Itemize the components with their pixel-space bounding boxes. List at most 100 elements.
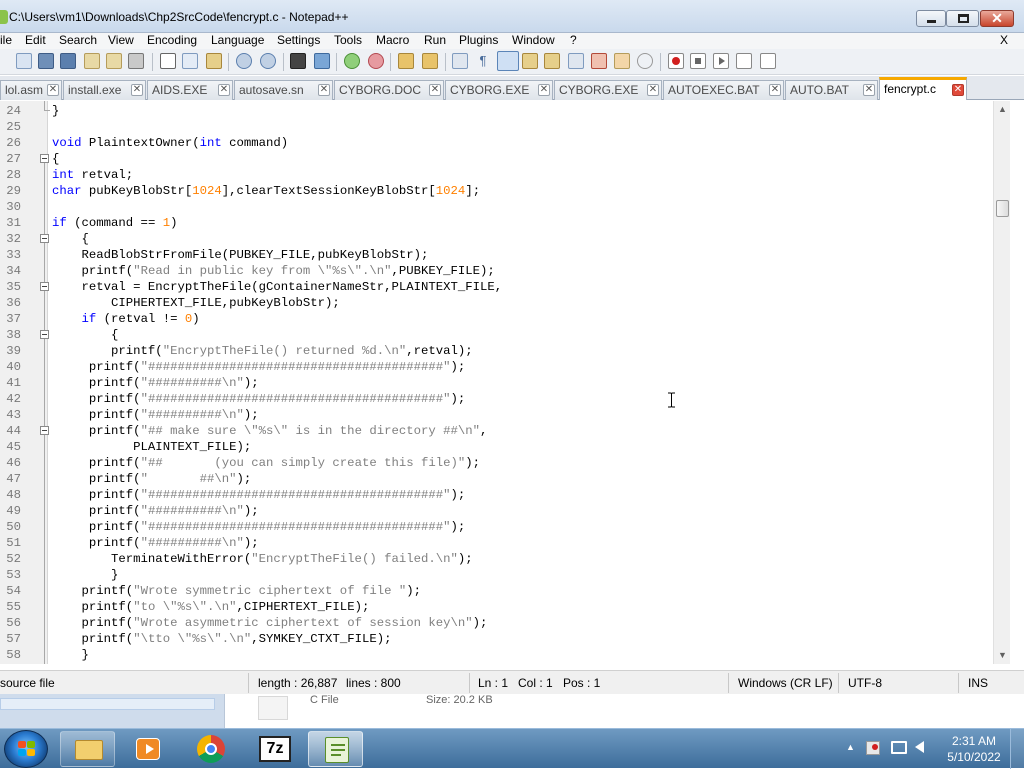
code-line[interactable]: 36 CIPHERTEXT_FILE,pubKeyBlobStr); bbox=[0, 295, 1008, 311]
minimize-button[interactable] bbox=[916, 10, 946, 27]
code-line[interactable]: 46 printf("## (you can simply create thi… bbox=[0, 455, 1008, 471]
paste-icon[interactable] bbox=[206, 53, 222, 69]
code-line[interactable]: 56 printf("Wrote asymmetric ciphertext o… bbox=[0, 615, 1008, 631]
code-line[interactable]: 27 { bbox=[0, 151, 1008, 167]
code-line[interactable]: 24} bbox=[0, 103, 1008, 119]
code-line[interactable]: 29 char pubKeyBlobStr[1024],clearTextSess… bbox=[0, 183, 1008, 199]
code-line[interactable]: 26 void PlaintextOwner(int command) bbox=[0, 135, 1008, 151]
code-line[interactable]: 50 printf("#############################… bbox=[0, 519, 1008, 535]
tab-auto-bat[interactable]: AUTO.BAT ✕ bbox=[785, 80, 878, 100]
network-icon[interactable] bbox=[891, 741, 907, 754]
menu-help[interactable]: ? bbox=[570, 33, 577, 48]
fold-toggle-icon[interactable] bbox=[40, 330, 49, 339]
action-center-icon[interactable] bbox=[866, 741, 880, 755]
code-line[interactable]: 28 int retval; bbox=[0, 167, 1008, 183]
menu-edit[interactable]: Edit bbox=[25, 33, 46, 48]
save-icon[interactable] bbox=[38, 53, 54, 69]
tab-install-exe[interactable]: install.exe ✕ bbox=[63, 80, 146, 100]
save-all-icon[interactable] bbox=[60, 53, 76, 69]
code-line[interactable]: 25 bbox=[0, 119, 1008, 135]
close-tab-icon[interactable]: ✕ bbox=[863, 84, 875, 96]
zoom-in-icon[interactable] bbox=[344, 53, 360, 69]
menu-tools[interactable]: Tools bbox=[334, 33, 362, 48]
close-tab-icon[interactable]: ✕ bbox=[47, 84, 59, 96]
close-tab-icon[interactable]: ✕ bbox=[769, 84, 781, 96]
code-line[interactable]: 42 printf("#############################… bbox=[0, 391, 1008, 407]
code-line[interactable]: 38 { bbox=[0, 327, 1008, 343]
code-line[interactable]: 53 } bbox=[0, 567, 1008, 583]
code-line[interactable]: 43 printf("##########\n"); bbox=[0, 407, 1008, 423]
code-line[interactable]: 52 TerminateWithError("EncryptTheFile() … bbox=[0, 551, 1008, 567]
code-line[interactable]: 40 printf("#############################… bbox=[0, 359, 1008, 375]
sync-horizontal-icon[interactable] bbox=[422, 53, 438, 69]
fold-toggle-icon[interactable] bbox=[40, 426, 49, 435]
code-line[interactable]: 54 printf("Wrote symmetric ciphertext of… bbox=[0, 583, 1008, 599]
code-line[interactable]: 35 retval = EncryptTheFile(gContainerNam… bbox=[0, 279, 1008, 295]
code-line[interactable]: 33 ReadBlobStrFromFile(PUBKEY_FILE,pubKe… bbox=[0, 247, 1008, 263]
print-icon[interactable] bbox=[128, 53, 144, 69]
word-wrap-icon[interactable] bbox=[452, 53, 468, 69]
close-tab-icon[interactable]: ✕ bbox=[131, 84, 143, 96]
code-line[interactable]: 41 printf("##########\n"); bbox=[0, 375, 1008, 391]
clock-time[interactable]: 2:31 AM bbox=[948, 734, 1000, 748]
document-map-icon[interactable] bbox=[544, 53, 560, 69]
zoom-out-icon[interactable] bbox=[368, 53, 384, 69]
cut-icon[interactable] bbox=[160, 53, 176, 69]
volume-icon[interactable] bbox=[915, 741, 924, 753]
code-line[interactable]: 49 printf("##########\n"); bbox=[0, 503, 1008, 519]
open-folder-icon[interactable] bbox=[614, 53, 630, 69]
code-line[interactable]: 47 printf(" ##\n"); bbox=[0, 471, 1008, 487]
code-line[interactable]: 51 printf("##########\n"); bbox=[0, 535, 1008, 551]
menu-search[interactable]: Search bbox=[59, 33, 97, 48]
menu-window[interactable]: Window bbox=[512, 33, 555, 48]
code-line[interactable]: 44 printf("## make sure \"%s\" is in the… bbox=[0, 423, 1008, 439]
show-all-characters-icon[interactable]: ¶ bbox=[475, 53, 491, 69]
code-line[interactable]: 37 if (retval != 0) bbox=[0, 311, 1008, 327]
stop-macro-icon[interactable] bbox=[690, 53, 706, 69]
vertical-scrollbar[interactable]: ▲ ▼ bbox=[993, 101, 1010, 664]
find-icon[interactable] bbox=[290, 53, 306, 69]
menu-encoding[interactable]: Encoding bbox=[147, 33, 197, 48]
close-tab-icon[interactable]: ✕ bbox=[218, 84, 230, 96]
menu-run[interactable]: Run bbox=[424, 33, 446, 48]
tab-cyborg-doc[interactable]: CYBORG.DOC ✕ bbox=[334, 80, 444, 100]
replace-icon[interactable] bbox=[314, 53, 330, 69]
record-macro-icon[interactable] bbox=[668, 53, 684, 69]
code-line[interactable]: 55 printf("to \"%s\".\n",CIPHERTEXT_FILE… bbox=[0, 599, 1008, 615]
code-line[interactable]: 31 if (command == 1) bbox=[0, 215, 1008, 231]
menu-settings[interactable]: Settings bbox=[277, 33, 320, 48]
scroll-down-icon[interactable]: ▼ bbox=[994, 647, 1011, 664]
tab-autoexec-bat[interactable]: AUTOEXEC.BAT ✕ bbox=[663, 80, 784, 100]
close-window-button[interactable]: ✕ bbox=[980, 10, 1014, 27]
code-line[interactable]: 58 } bbox=[0, 647, 1008, 663]
sync-vertical-icon[interactable] bbox=[398, 53, 414, 69]
copy-icon[interactable] bbox=[182, 53, 198, 69]
scrollbar-thumb[interactable] bbox=[996, 200, 1009, 217]
maximize-button[interactable] bbox=[946, 10, 979, 27]
tab-autosave-sn[interactable]: autosave.sn ✕ bbox=[234, 80, 333, 100]
close-tab-icon[interactable]: ✕ bbox=[429, 84, 441, 96]
close-tab-icon[interactable]: ✕ bbox=[952, 84, 964, 96]
taskbar-notepad-plus-plus[interactable] bbox=[308, 731, 363, 767]
menu-file[interactable]: ile bbox=[0, 33, 12, 48]
fold-toggle-icon[interactable] bbox=[40, 154, 49, 163]
indent-guide-icon[interactable] bbox=[497, 51, 519, 71]
run-macro-multiple-icon[interactable] bbox=[736, 53, 752, 69]
code-line[interactable]: 48 printf("#############################… bbox=[0, 487, 1008, 503]
code-line[interactable]: 39 printf("EncryptTheFile() returned %d.… bbox=[0, 343, 1008, 359]
code-line[interactable]: 32 { bbox=[0, 231, 1008, 247]
tab-aids-exe[interactable]: AIDS.EXE ✕ bbox=[147, 80, 233, 100]
close-document-button[interactable]: X bbox=[1000, 33, 1008, 48]
menu-view[interactable]: View bbox=[108, 33, 134, 48]
close-all-icon[interactable] bbox=[106, 53, 122, 69]
scroll-up-icon[interactable]: ▲ bbox=[994, 101, 1011, 118]
close-tab-icon[interactable]: ✕ bbox=[318, 84, 330, 96]
tab-fencrypt-c[interactable]: fencrypt.c ✕ bbox=[879, 77, 967, 100]
menu-language[interactable]: Language bbox=[211, 33, 264, 48]
tab-cyborg-exe[interactable]: CYBORG.EXE ✕ bbox=[445, 80, 553, 100]
taskbar-media-player[interactable] bbox=[120, 731, 175, 767]
define-language-icon[interactable] bbox=[522, 53, 538, 69]
code-editor[interactable]: 24} 25 26 void PlaintextOwner(int command) 2… bbox=[0, 101, 1008, 664]
close-tab-icon[interactable]: ✕ bbox=[538, 84, 550, 96]
show-desktop-button[interactable] bbox=[1010, 729, 1024, 769]
